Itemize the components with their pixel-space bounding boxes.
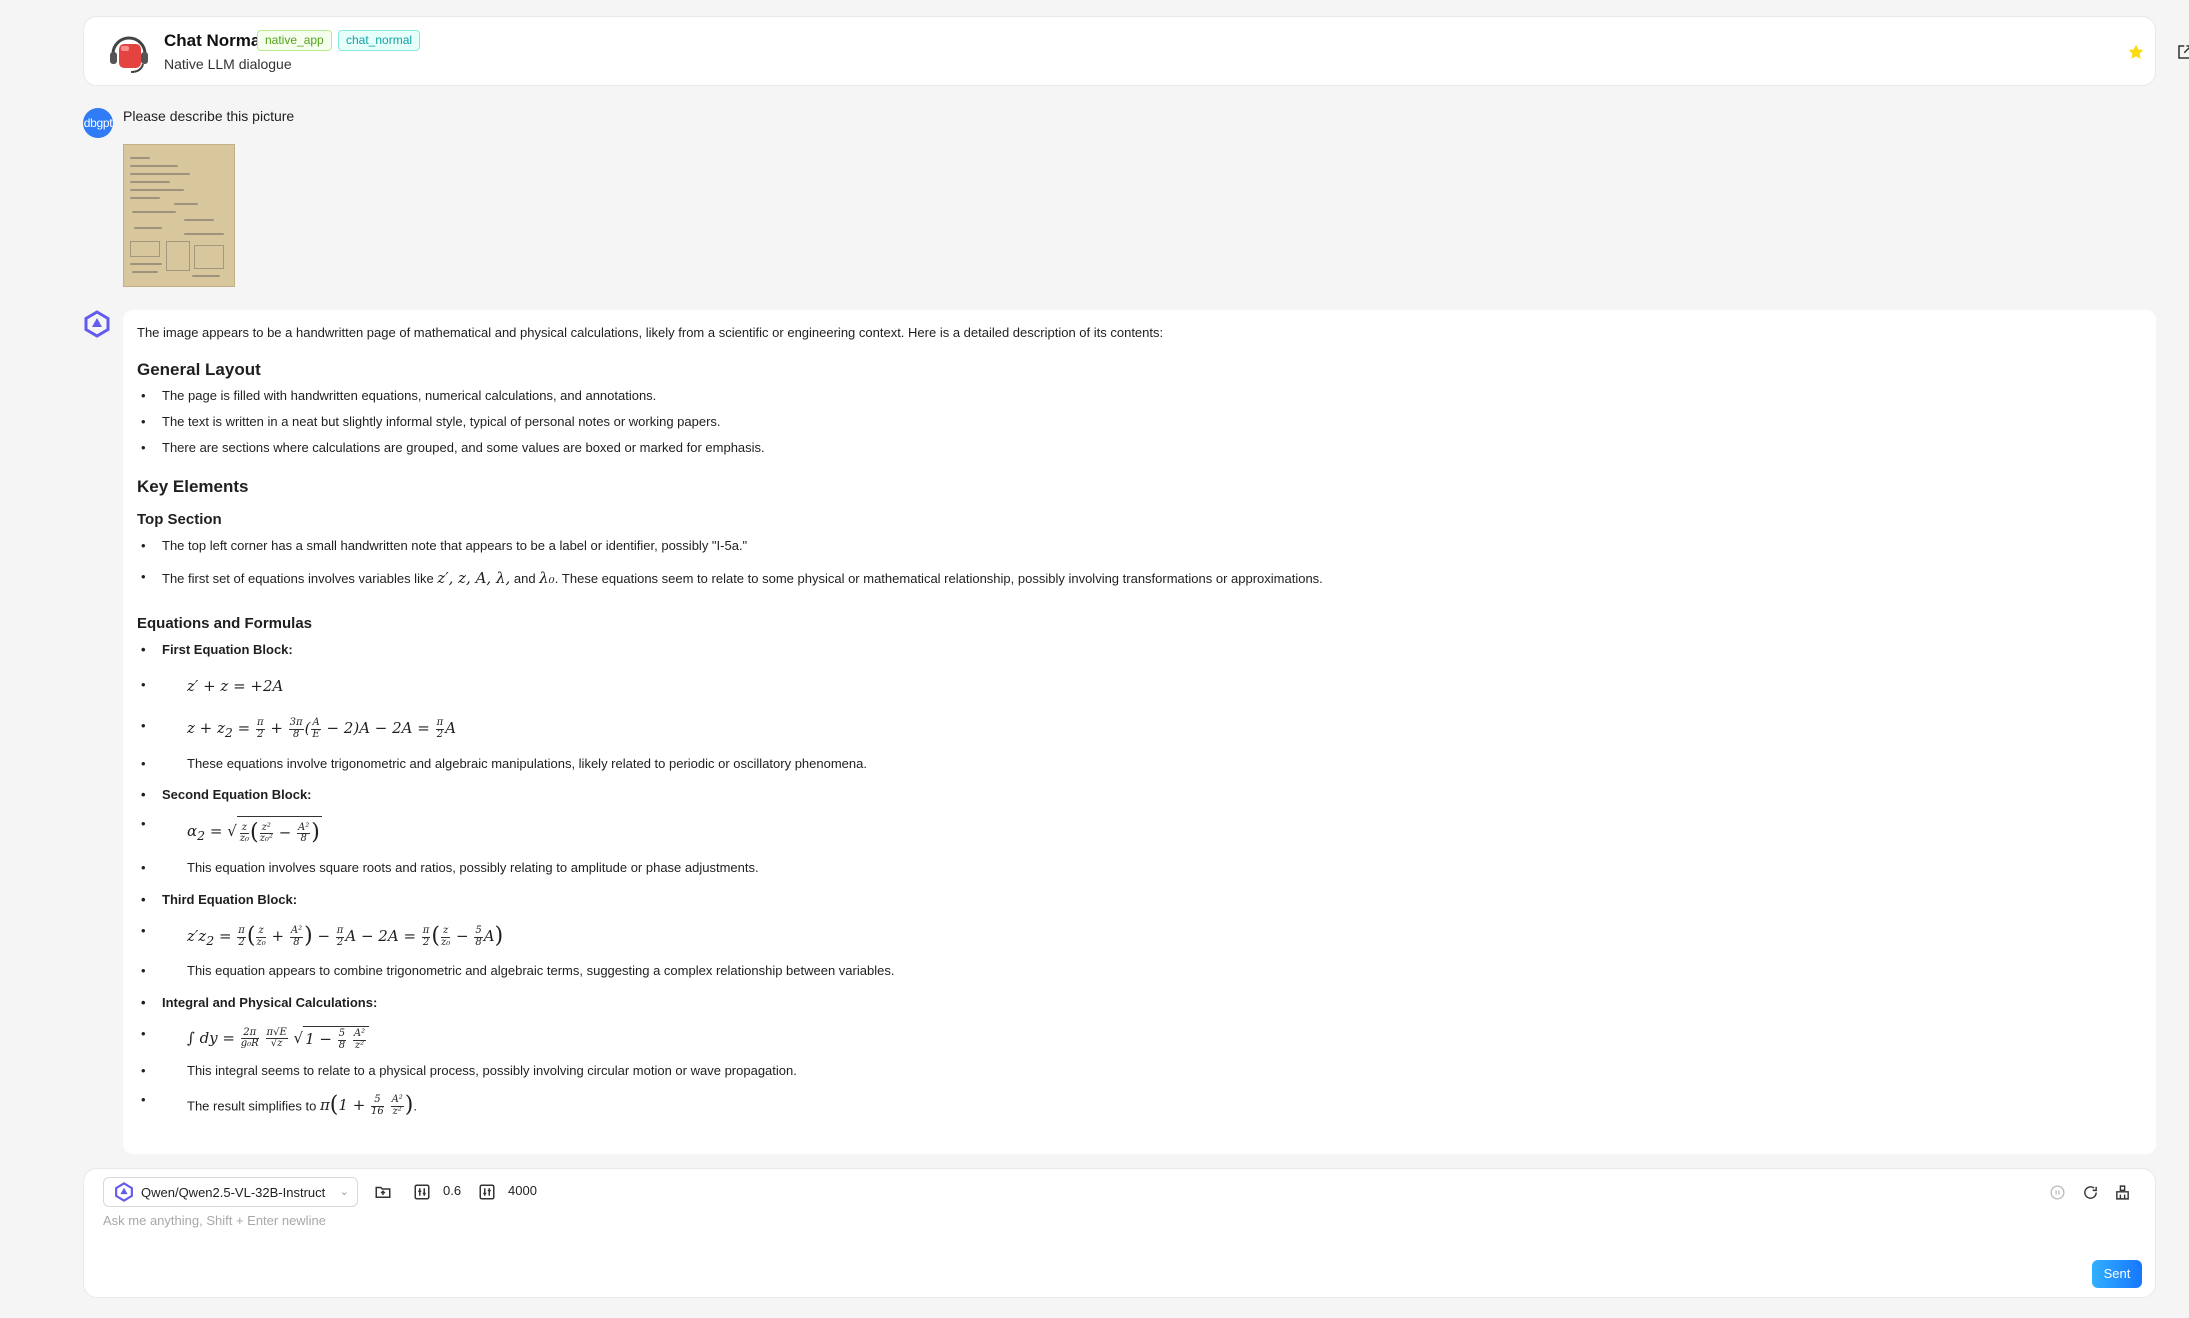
broom-icon xyxy=(2115,1184,2129,1200)
tag-native-app: native_app xyxy=(257,30,332,51)
chat-input[interactable]: Ask me anything, Shift + Enter newline xyxy=(103,1213,326,1228)
temperature-icon xyxy=(414,1184,430,1200)
equations-list: First Equation Block: z′ + z = +2A z + z… xyxy=(137,642,2142,1121)
user-uploaded-image[interactable] xyxy=(123,144,235,287)
heading-key-elements: Key Elements xyxy=(137,476,249,496)
list-item: Third Equation Block: xyxy=(137,892,2142,909)
share-button[interactable] xyxy=(2172,39,2189,65)
page-subtitle: Native LLM dialogue xyxy=(164,56,292,72)
math-inline: λ₀ xyxy=(539,569,555,588)
equation-item: z′z2 = π2(zz₀ + A²8) − π2A − 2A = π2(zz₀… xyxy=(137,923,2142,952)
temperature-value: 0.6 xyxy=(443,1183,462,1198)
max-tokens-button[interactable] xyxy=(477,1182,497,1202)
clear-button[interactable] xyxy=(2112,1182,2132,1202)
temperature-button[interactable] xyxy=(412,1182,432,1202)
list-item: First Equation Block: xyxy=(137,642,2142,659)
top-section-list: The top left corner has a small handwrit… xyxy=(137,538,2142,589)
list-item: There are sections where calculations ar… xyxy=(137,440,2142,457)
equation-item: z′ + z = +2A xyxy=(137,677,2142,697)
max-tokens-icon xyxy=(479,1184,495,1200)
list-item: The result simplifies to π(1 + 516 A²z²)… xyxy=(137,1092,2142,1121)
assistant-answer: The image appears to be a handwritten pa… xyxy=(123,310,2156,1154)
star-icon xyxy=(2128,44,2144,59)
chat-header: Chat Normal native_app chat_normal Nativ… xyxy=(83,16,2189,86)
general-layout-list: The page is filled with handwritten equa… xyxy=(137,388,2142,457)
folder-upload-icon xyxy=(375,1186,391,1198)
list-item: This integral seems to relate to a physi… xyxy=(137,1063,2142,1080)
list-item: Second Equation Block: xyxy=(137,787,2142,804)
heading-equations: Equations and Formulas xyxy=(137,614,313,632)
refresh-icon xyxy=(2083,1185,2097,1199)
list-item: This equation appears to combine trigono… xyxy=(137,963,2142,980)
send-button[interactable]: Sent xyxy=(2092,1260,2142,1288)
equation-item: ∫ dy = 2πg₀R π√E√z √1 − 58 A²z² xyxy=(137,1026,2142,1051)
model-name: Qwen/Qwen2.5-VL-32B-Instruct xyxy=(141,1184,326,1200)
user-message-text: Please describe this picture xyxy=(123,108,295,124)
list-item: This equation involves square roots and … xyxy=(137,860,2142,877)
favorite-button[interactable] xyxy=(2123,39,2149,65)
math-inline: z′, z, A, λ, xyxy=(437,569,511,588)
equation-item: z + z2 = π2 + 3π8(AE − 2)A − 2A = π2A xyxy=(137,718,2142,741)
list-item: The text is written in a neat but slight… xyxy=(137,414,2142,431)
list-item: Integral and Physical Calculations: xyxy=(137,995,2142,1012)
equation-item: α2 = √zz₀(z²z₀² − A²8) xyxy=(137,816,2142,848)
list-item: The top left corner has a small handwrit… xyxy=(137,538,2142,555)
chevron-down-icon: ⌄ xyxy=(339,1186,349,1198)
pause-icon xyxy=(2049,1184,2065,1200)
tag-chat-normal: chat_normal xyxy=(338,30,421,51)
export-icon xyxy=(2178,45,2189,59)
chat-composer: Qwen/Qwen2.5-VL-32B-Instruct ⌄ 0.6 4000 … xyxy=(83,1168,2156,1298)
page-title: Chat Normal xyxy=(164,31,266,50)
qwen-avatar-icon xyxy=(84,310,110,338)
user-avatar: dbgpt xyxy=(83,108,113,138)
list-item: These equations involve trigonometric an… xyxy=(137,756,2142,773)
list-item: The first set of equations involves vari… xyxy=(137,569,2142,589)
heading-general-layout: General Layout xyxy=(137,359,261,379)
max-tokens-value: 4000 xyxy=(508,1183,537,1198)
heading-top-section: Top Section xyxy=(137,510,222,528)
qwen-model-icon xyxy=(115,1182,133,1202)
list-item: The page is filled with handwritten equa… xyxy=(137,388,2142,405)
answer-intro: The image appears to be a handwritten pa… xyxy=(137,325,1164,340)
upload-folder-button[interactable] xyxy=(373,1182,393,1202)
pause-button[interactable] xyxy=(2047,1182,2067,1202)
chat-normal-logo-icon xyxy=(110,36,148,73)
refresh-button[interactable] xyxy=(2080,1182,2100,1202)
model-select[interactable]: Qwen/Qwen2.5-VL-32B-Instruct ⌄ xyxy=(103,1177,358,1207)
